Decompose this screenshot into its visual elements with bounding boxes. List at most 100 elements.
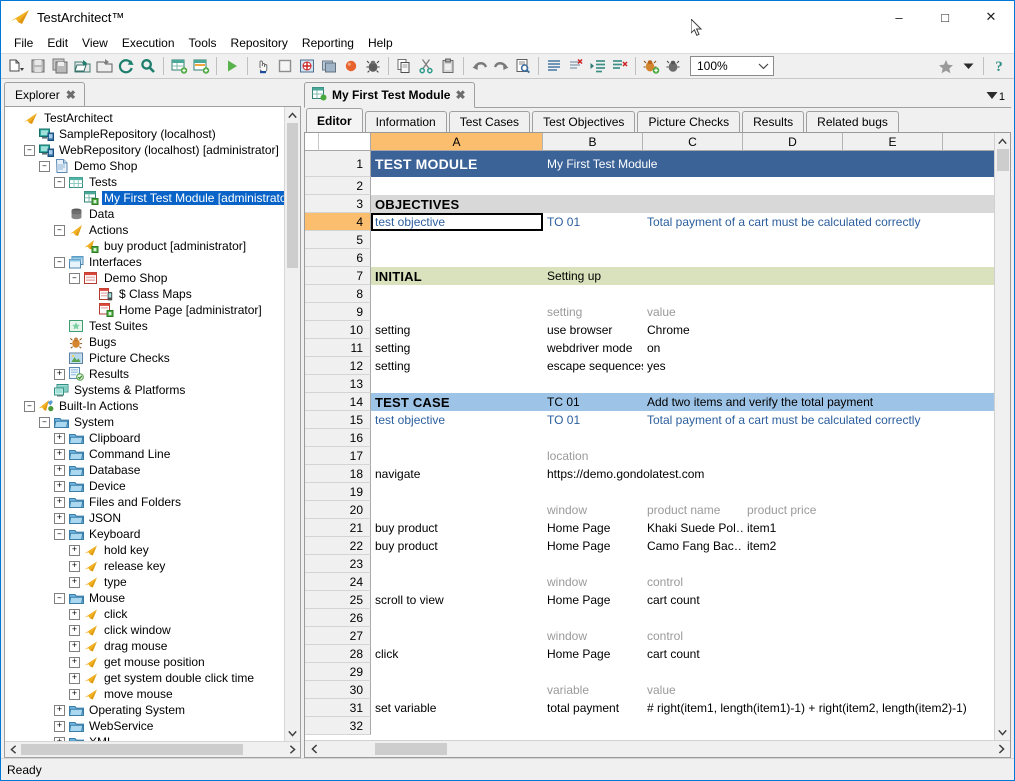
grid-row[interactable]: 16 <box>305 429 994 447</box>
expand-plus-icon[interactable]: + <box>54 496 65 508</box>
grid-cell[interactable]: TEST MODULE <box>371 151 543 177</box>
close-icon[interactable]: ✖ <box>66 88 76 102</box>
collapse-minus-icon[interactable]: – <box>24 400 35 412</box>
grid-row[interactable]: 25 scroll to view Home Page cart count <box>305 591 994 609</box>
zoom-level-combobox[interactable]: 100% <box>690 56 774 76</box>
row-header[interactable]: 18 <box>305 465 371 483</box>
tab-test-objectives[interactable]: Test Objectives <box>532 111 636 132</box>
tree-hscroll-track[interactable] <box>21 744 284 755</box>
column-header-B[interactable]: B <box>543 133 643 151</box>
tree-item[interactable]: Data <box>5 206 284 222</box>
grid-cell[interactable]: TEST CASE <box>371 393 543 411</box>
collapse-minus-icon[interactable]: – <box>54 592 65 604</box>
grid-row[interactable]: 9 setting value <box>305 303 994 321</box>
grid-row[interactable]: 14 TEST CASE TC 01 Add two items and verify… <box>305 393 994 411</box>
comment-icon[interactable] <box>543 55 565 77</box>
outdent-icon[interactable] <box>609 55 631 77</box>
grid-row[interactable]: 8 <box>305 285 994 303</box>
grid-cell[interactable]: product name <box>643 501 743 519</box>
grid-row[interactable]: 22 buy product Home Page Camo Fang Bac… item… <box>305 537 994 555</box>
grid-vertical-scrollbar[interactable] <box>994 133 1010 740</box>
grid-row[interactable]: 28 click Home Page cart count <box>305 645 994 663</box>
column-header-A[interactable]: A <box>371 133 543 151</box>
grid-vscroll-track[interactable] <box>995 149 1010 724</box>
grid-cell[interactable]: Total payment of a cart must be calculat… <box>643 213 983 231</box>
grid-row[interactable]: 31 set variable total payment # right(item1… <box>305 699 994 717</box>
collapse-minus-icon[interactable]: – <box>54 224 65 236</box>
grid-cell[interactable] <box>371 681 543 699</box>
grid-cell[interactable]: value <box>643 681 743 699</box>
tree-item[interactable]: – Tests <box>5 174 284 190</box>
grid-cell[interactable]: cart count <box>643 591 743 609</box>
grid-cell[interactable]: Home Page <box>543 519 643 537</box>
row-header[interactable]: 5 <box>305 231 371 249</box>
copy-icon[interactable] <box>393 55 415 77</box>
expand-plus-icon[interactable]: + <box>54 480 65 492</box>
grid-cell[interactable] <box>371 447 543 465</box>
view-bug-icon[interactable] <box>662 55 684 77</box>
tree-item[interactable]: + Operating System <box>5 702 284 718</box>
grid-cell[interactable]: yes <box>643 357 743 375</box>
row-header[interactable]: 1 <box>305 151 371 177</box>
tree-hscroll-thumb[interactable] <box>21 744 243 755</box>
row-header[interactable]: 14 <box>305 393 371 411</box>
grid-cell[interactable] <box>371 501 543 519</box>
tree-scroll-thumb[interactable] <box>287 123 298 268</box>
grid-hscroll-thumb[interactable] <box>375 743 447 755</box>
scroll-down-icon[interactable] <box>285 725 301 741</box>
grid-row[interactable]: 19 <box>305 483 994 501</box>
new-test-module-icon[interactable] <box>168 55 190 77</box>
save-icon[interactable] <box>27 55 49 77</box>
grid-cell[interactable]: setting <box>371 357 543 375</box>
close-button[interactable]: ✕ <box>968 1 1014 33</box>
tree-item[interactable]: Bugs <box>5 334 284 350</box>
tree-item[interactable]: + XML <box>5 734 284 741</box>
collapse-minus-icon[interactable]: – <box>54 528 65 540</box>
redo-icon[interactable] <box>490 55 512 77</box>
grid-cell[interactable]: Add two items and verify the total payme… <box>643 393 983 411</box>
snapshot-icon[interactable] <box>318 55 340 77</box>
tab-explorer[interactable]: Explorer ✖ <box>4 82 85 106</box>
grid-cell[interactable]: TO 01 <box>543 213 643 231</box>
tree-horizontal-scrollbar[interactable] <box>5 741 300 757</box>
expand-plus-icon[interactable]: + <box>69 544 80 556</box>
grid-row[interactable]: 23 <box>305 555 994 573</box>
grid-row[interactable]: 13 <box>305 375 994 393</box>
expand-plus-icon[interactable]: + <box>69 688 80 700</box>
paste-icon[interactable] <box>437 55 459 77</box>
collapse-minus-icon[interactable]: – <box>39 160 50 172</box>
close-icon[interactable]: ✖ <box>455 88 465 102</box>
menu-execution[interactable]: Execution <box>115 34 182 52</box>
menu-reporting[interactable]: Reporting <box>295 34 361 52</box>
row-header[interactable]: 30 <box>305 681 371 699</box>
expand-plus-icon[interactable]: + <box>54 704 65 716</box>
grid-cell[interactable]: window <box>543 573 643 591</box>
grid-row[interactable]: 30 variable value <box>305 681 994 699</box>
tree-item[interactable]: – Keyboard <box>5 526 284 542</box>
tree-vertical-scrollbar[interactable] <box>284 107 300 741</box>
expand-plus-icon[interactable]: + <box>69 624 80 636</box>
expand-plus-icon[interactable]: + <box>69 576 80 588</box>
expand-plus-icon[interactable]: + <box>69 672 80 684</box>
row-header[interactable]: 8 <box>305 285 371 303</box>
grid-cell[interactable]: item2 <box>743 537 843 555</box>
indent-icon[interactable] <box>587 55 609 77</box>
grid-cell[interactable]: control <box>643 573 743 591</box>
row-header[interactable]: 16 <box>305 429 371 447</box>
column-header-C[interactable]: C <box>643 133 743 151</box>
tree-item[interactable]: + drag mouse <box>5 638 284 654</box>
grid-row[interactable]: 7 INITIAL Setting up <box>305 267 994 285</box>
grid-cell[interactable]: item1 <box>743 519 843 537</box>
tree-item[interactable]: – Built-In Actions <box>5 398 284 414</box>
grid-cell[interactable]: OBJECTIVES <box>371 195 543 213</box>
tree-item[interactable]: + get mouse position <box>5 654 284 670</box>
expand-plus-icon[interactable]: + <box>54 736 65 741</box>
grid-row[interactable]: 2 <box>305 177 994 195</box>
row-header[interactable]: 13 <box>305 375 371 393</box>
save-all-icon[interactable] <box>49 55 71 77</box>
tree-item[interactable]: – System <box>5 414 284 430</box>
minimize-button[interactable]: – <box>876 1 922 33</box>
grid-cell[interactable]: https://demo.gondolatest.com <box>543 465 843 483</box>
grid-cell[interactable]: TC 01 <box>543 393 643 411</box>
expand-plus-icon[interactable]: + <box>69 640 80 652</box>
